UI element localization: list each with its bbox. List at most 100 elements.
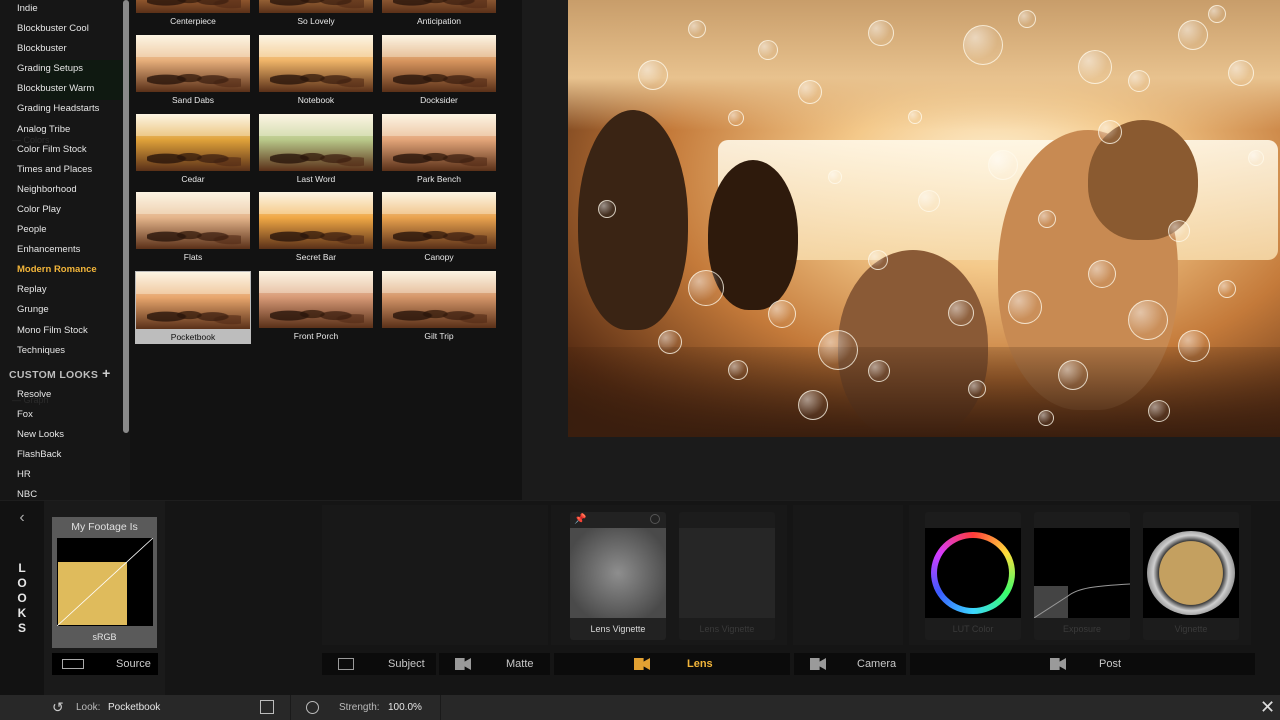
tab-camera[interactable]: Camera	[794, 653, 906, 675]
look-thumbnail-label: Notebook	[297, 95, 335, 105]
camera-icon	[634, 658, 650, 670]
lens-slot-thumb	[679, 528, 775, 618]
look-thumbnail-label: Docksider	[420, 95, 458, 105]
look-thumbnail[interactable]: Anticipation	[381, 0, 497, 28]
look-thumbnail[interactable]: Canopy	[381, 192, 497, 264]
custom-look-item[interactable]: NBC	[0, 485, 122, 500]
exposure-card[interactable]: Exposure	[1033, 512, 1131, 640]
look-thumbnail[interactable]: Cedar	[135, 114, 251, 186]
category-item[interactable]: Neighborhood	[0, 180, 122, 200]
person-left	[578, 110, 688, 330]
camera-icon	[455, 658, 471, 670]
look-thumbnail-label: Secret Bar	[295, 252, 337, 262]
bubble	[1058, 360, 1088, 390]
category-item[interactable]: People	[0, 220, 122, 240]
strength-value[interactable]: 100.0%	[388, 702, 422, 713]
bubble	[1218, 280, 1236, 298]
tab-subject[interactable]: Subject	[322, 653, 436, 675]
bubble	[658, 330, 682, 354]
bubble	[1018, 10, 1036, 28]
category-item[interactable]: Modern Romance	[0, 260, 122, 280]
bubble	[1098, 120, 1122, 144]
category-item[interactable]: Blockbuster Warm	[0, 79, 122, 99]
look-thumbnail[interactable]: Front Porch	[258, 271, 374, 343]
category-item[interactable]: Techniques	[0, 341, 122, 361]
category-item[interactable]: Grading Setups	[0, 59, 122, 79]
look-thumbnail-image	[136, 272, 250, 329]
look-thumbnail[interactable]: Gilt Trip	[381, 271, 497, 343]
footage-card[interactable]: My Footage Is sRGB	[52, 517, 157, 648]
status-divider	[440, 695, 441, 720]
category-item[interactable]: Times and Places	[0, 160, 122, 180]
category-item[interactable]: Replay	[0, 280, 122, 300]
save-icon[interactable]	[260, 700, 274, 714]
look-thumbnail-image	[382, 271, 496, 328]
camera-section	[793, 505, 903, 645]
look-thumbnail[interactable]: Secret Bar	[258, 192, 374, 264]
bubble	[1128, 70, 1150, 92]
vignette-ring	[1147, 531, 1235, 615]
sidebar-scrollbar[interactable]	[123, 0, 129, 433]
exposure-fill	[1034, 586, 1068, 618]
bubble	[918, 190, 940, 212]
look-thumbnail[interactable]: Notebook	[258, 35, 374, 107]
category-list: Indie Blockbuster Cool Blockbuster Grading …	[0, 0, 122, 500]
category-item[interactable]: Color Film Stock	[0, 140, 122, 160]
disable-icon[interactable]	[650, 514, 660, 524]
tab-matte[interactable]: Matte	[439, 653, 550, 675]
category-item[interactable]: Blockbuster Cool	[0, 19, 122, 39]
bubble	[598, 200, 616, 218]
tab-lens[interactable]: Lens	[554, 653, 790, 675]
look-thumbnail[interactable]: Last Word	[258, 114, 374, 186]
close-icon[interactable]: ✕	[1260, 697, 1275, 718]
status-bar: ↺ Look: Pocketbook Strength: 100.0% ✕	[0, 695, 1280, 720]
lens-slot-card[interactable]: Lens Vignette	[679, 512, 775, 640]
category-item[interactable]: Indie	[0, 0, 122, 19]
look-thumbnail-label: Canopy	[424, 252, 454, 262]
look-label: Look:	[76, 702, 101, 713]
preview-area	[522, 0, 1280, 500]
look-thumbnail-label: Centerpiece	[170, 16, 216, 26]
tool-area: ‹ LOOKS My Footage Is sRGB Source 📌 Lens…	[0, 500, 1280, 696]
vignette-card[interactable]: Vignette	[1143, 512, 1239, 640]
look-thumbnail[interactable]: Pocketbook	[135, 271, 251, 344]
bubble	[1168, 220, 1190, 242]
pin-icon[interactable]: 📌	[574, 514, 586, 525]
source-tab[interactable]: Source	[52, 653, 158, 675]
bubble	[1178, 330, 1210, 362]
category-item[interactable]: Blockbuster	[0, 39, 122, 59]
footage-title: My Footage Is	[71, 521, 138, 533]
looks-category-sidebar: — Colors — Graph Indie Blockbuster Cool Bl…	[0, 0, 130, 500]
tab-post[interactable]: Post	[910, 653, 1255, 675]
category-item[interactable]: Enhancements	[0, 240, 122, 260]
category-item[interactable]: Color Play	[0, 200, 122, 220]
lut-color-card[interactable]: LUT Color	[925, 512, 1021, 640]
custom-look-item[interactable]: HR	[0, 465, 122, 485]
look-thumbnail[interactable]: Sand Dabs	[135, 35, 251, 107]
look-thumbnail[interactable]: Centerpiece	[135, 0, 251, 28]
custom-look-item[interactable]: New Looks	[0, 425, 122, 445]
look-thumbnail[interactable]: Docksider	[381, 35, 497, 107]
lens-vignette-card[interactable]: 📌 Lens Vignette	[570, 512, 666, 640]
undo-icon[interactable]: ↺	[52, 699, 64, 716]
category-item[interactable]: Grading Headstarts	[0, 99, 122, 119]
category-item[interactable]: Grunge	[0, 300, 122, 320]
look-thumbnail-image	[136, 35, 250, 92]
reset-icon[interactable]	[306, 701, 319, 714]
add-custom-look-icon[interactable]: +	[102, 365, 110, 381]
look-thumbnail-label: Park Bench	[417, 174, 461, 184]
looks-side-tab[interactable]: ‹ LOOKS	[0, 501, 44, 696]
category-item[interactable]: Analog Tribe	[0, 120, 122, 140]
custom-look-item[interactable]: Fox	[0, 405, 122, 425]
footage-colorspace: sRGB	[92, 632, 117, 642]
custom-look-item[interactable]: Resolve	[0, 385, 122, 405]
back-arrow-icon[interactable]: ‹	[14, 509, 30, 529]
look-thumbnail[interactable]: Park Bench	[381, 114, 497, 186]
look-thumbnail[interactable]: Flats	[135, 192, 251, 264]
bubble	[1038, 410, 1054, 426]
bubble	[1128, 300, 1168, 340]
custom-look-item[interactable]: FlashBack	[0, 445, 122, 465]
lens-slot-label: Lens Vignette	[699, 624, 755, 634]
look-thumbnail[interactable]: So Lovely	[258, 0, 374, 28]
category-item[interactable]: Mono Film Stock	[0, 321, 122, 341]
